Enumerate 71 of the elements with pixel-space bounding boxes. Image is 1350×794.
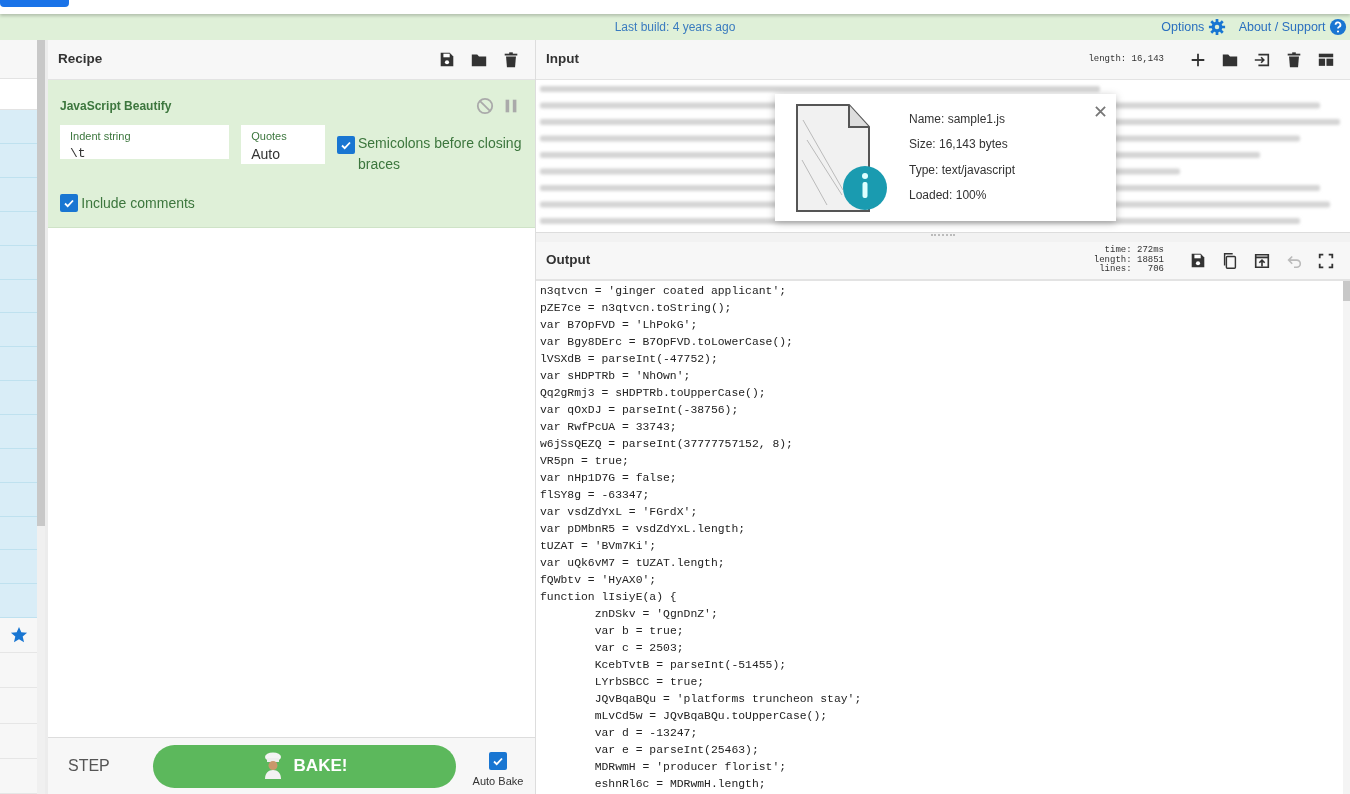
scrollbar-thumb[interactable] bbox=[1343, 281, 1350, 301]
help-icon bbox=[1328, 18, 1347, 36]
code-line: var e = parseInt(25463); bbox=[593, 743, 760, 758]
check-icon bbox=[492, 755, 504, 768]
star-icon bbox=[9, 626, 28, 645]
support-link[interactable]: About / Support bbox=[1238, 17, 1347, 37]
code-line: VR5pn = true; bbox=[540, 454, 630, 469]
checkbox-label: Auto Bake bbox=[472, 774, 524, 790]
check-icon bbox=[63, 197, 75, 209]
code-line: var Bgy8DErc = B7OpFVD.toLowerCase(); bbox=[540, 335, 794, 350]
indent-field[interactable]: Indent string \t bbox=[60, 124, 230, 159]
code-line: eshnRl6c = MDRwmH.length; bbox=[593, 777, 767, 792]
step-button[interactable]: STEP bbox=[68, 754, 153, 778]
trash-icon bbox=[1285, 50, 1303, 69]
operation-title: JavaScript Beautify bbox=[60, 98, 172, 115]
code-line: flSY8g = -63347; bbox=[540, 488, 651, 503]
search-field[interactable] bbox=[0, 79, 37, 111]
tab-button[interactable] bbox=[0, 0, 69, 7]
code-line: w6jSsQEZQ = parseInt(37777757152, 8); bbox=[540, 437, 794, 452]
field-label: Indent string bbox=[70, 128, 132, 144]
code-line: Qq2gRmj3 = sHDPTRb.toUpperCase(); bbox=[540, 386, 767, 401]
code-line: var sHDPTRb = 'NhOwn'; bbox=[540, 369, 692, 384]
stats-text: length: 16,143 bbox=[1088, 54, 1164, 65]
code-line: var nHp1D7G = false; bbox=[540, 471, 678, 486]
checkbox[interactable] bbox=[336, 135, 355, 154]
quotes-select[interactable]: Quotes Auto bbox=[241, 124, 325, 164]
code-line: var B7OpFVD = 'LhPokG'; bbox=[540, 318, 699, 333]
checkbox-label: Semicolons before closing braces bbox=[358, 133, 523, 174]
code-line: tUZAT = 'BVm7Ki'; bbox=[540, 539, 658, 554]
fullscreen-icon bbox=[1317, 251, 1335, 270]
save-icon bbox=[1189, 251, 1207, 270]
code-line: var RwfPcUA = 33743; bbox=[540, 420, 678, 435]
code-line: var c = 2503; bbox=[593, 641, 685, 656]
settings-icon bbox=[1207, 18, 1226, 36]
code-line: LYrbSBCC = true; bbox=[593, 675, 706, 690]
panel-title: Recipe bbox=[58, 50, 103, 69]
options-link[interactable]: Options bbox=[1161, 17, 1226, 37]
checkbox-label: Include comments bbox=[81, 193, 195, 213]
code-line: function lIsiyE(a) { bbox=[540, 590, 678, 605]
disable-icon bbox=[476, 97, 494, 115]
open-window-icon bbox=[1253, 251, 1271, 270]
code-line: KcebTvtB = parseInt(-51455); bbox=[593, 658, 788, 673]
code-line: JQvBqaBQu = 'platforms truncheon stay'; bbox=[593, 692, 863, 707]
code-line: znDSkv = 'QgnDnZ'; bbox=[593, 607, 719, 622]
code-line: MDRwmH = 'producer florist'; bbox=[593, 760, 788, 775]
file-info-text: Type: text/javascript bbox=[909, 161, 1016, 179]
panel-title: Input bbox=[546, 50, 579, 69]
code-line: pZE7ce = n3qtvcn.toString(); bbox=[540, 301, 733, 316]
code-line: n3qtvcn = 'ginger coated applicant'; bbox=[540, 284, 788, 299]
code-line: var pDMbnR5 = vsdZdYxL.length; bbox=[540, 522, 747, 537]
auto-bake-checkbox[interactable] bbox=[489, 752, 507, 771]
code-line: var qOxDJ = parseInt(-38756); bbox=[540, 403, 740, 418]
build-info: Last build: 4 years ago bbox=[614, 19, 736, 36]
code-line: var b = true; bbox=[593, 624, 685, 639]
code-line: var uQk6vM7 = tUZAT.length; bbox=[540, 556, 726, 571]
trash-icon bbox=[502, 50, 520, 69]
save-icon bbox=[438, 50, 456, 69]
file-info-text: Loaded: 100% bbox=[909, 187, 988, 204]
checkbox[interactable] bbox=[60, 194, 78, 212]
scrollbar-thumb[interactable] bbox=[37, 40, 45, 526]
code-line: var vsdZdYxL = 'FGrdX'; bbox=[540, 505, 699, 520]
code-line: var d = -13247; bbox=[593, 726, 699, 741]
code-line: fQWbtv = 'HyAX0'; bbox=[540, 573, 658, 588]
panel-title: Output bbox=[546, 251, 591, 270]
file-info-text: Name: sample1.js bbox=[909, 110, 1007, 128]
stats-text: time: 272ms length: 18851 lines: 706 bbox=[1093, 246, 1164, 275]
file-info-text: Size: 16,143 bytes bbox=[909, 136, 1009, 153]
code-line: mLvCd5w = JQvBqaBQu.toUpperCase(); bbox=[593, 709, 829, 724]
copy-icon bbox=[1221, 251, 1239, 270]
field-label: Quotes bbox=[251, 128, 288, 144]
code-line: lVSXdB = parseInt(-47752); bbox=[540, 352, 719, 367]
